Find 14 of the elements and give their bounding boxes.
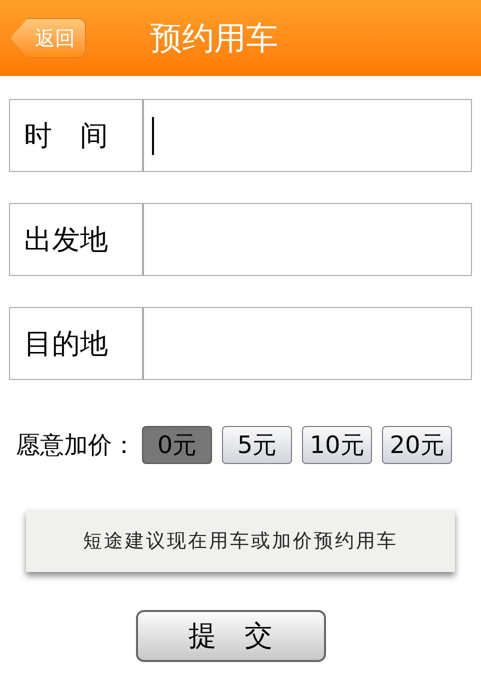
page-title: 预约用车 xyxy=(150,18,278,59)
surcharge-label: 愿意加价： xyxy=(16,430,136,461)
price-option[interactable]: 20元 xyxy=(382,426,452,464)
notice-banner: 短途建议现在用车或加价预约用车 xyxy=(26,510,455,572)
form-field[interactable]: 出发地 xyxy=(9,203,472,276)
field-label: 目的地 xyxy=(24,326,108,362)
form-field[interactable]: 目的地 xyxy=(9,307,472,380)
price-option[interactable]: 10元 xyxy=(302,426,372,464)
field-label: 出发地 xyxy=(24,222,108,258)
field-label: 时 间 xyxy=(24,118,108,154)
submit-button[interactable]: 提 交 xyxy=(136,610,326,662)
price-option[interactable]: 5元 xyxy=(222,426,292,464)
form-field[interactable]: 时 间 xyxy=(9,99,472,172)
price-option[interactable]: 0元 xyxy=(142,426,212,464)
